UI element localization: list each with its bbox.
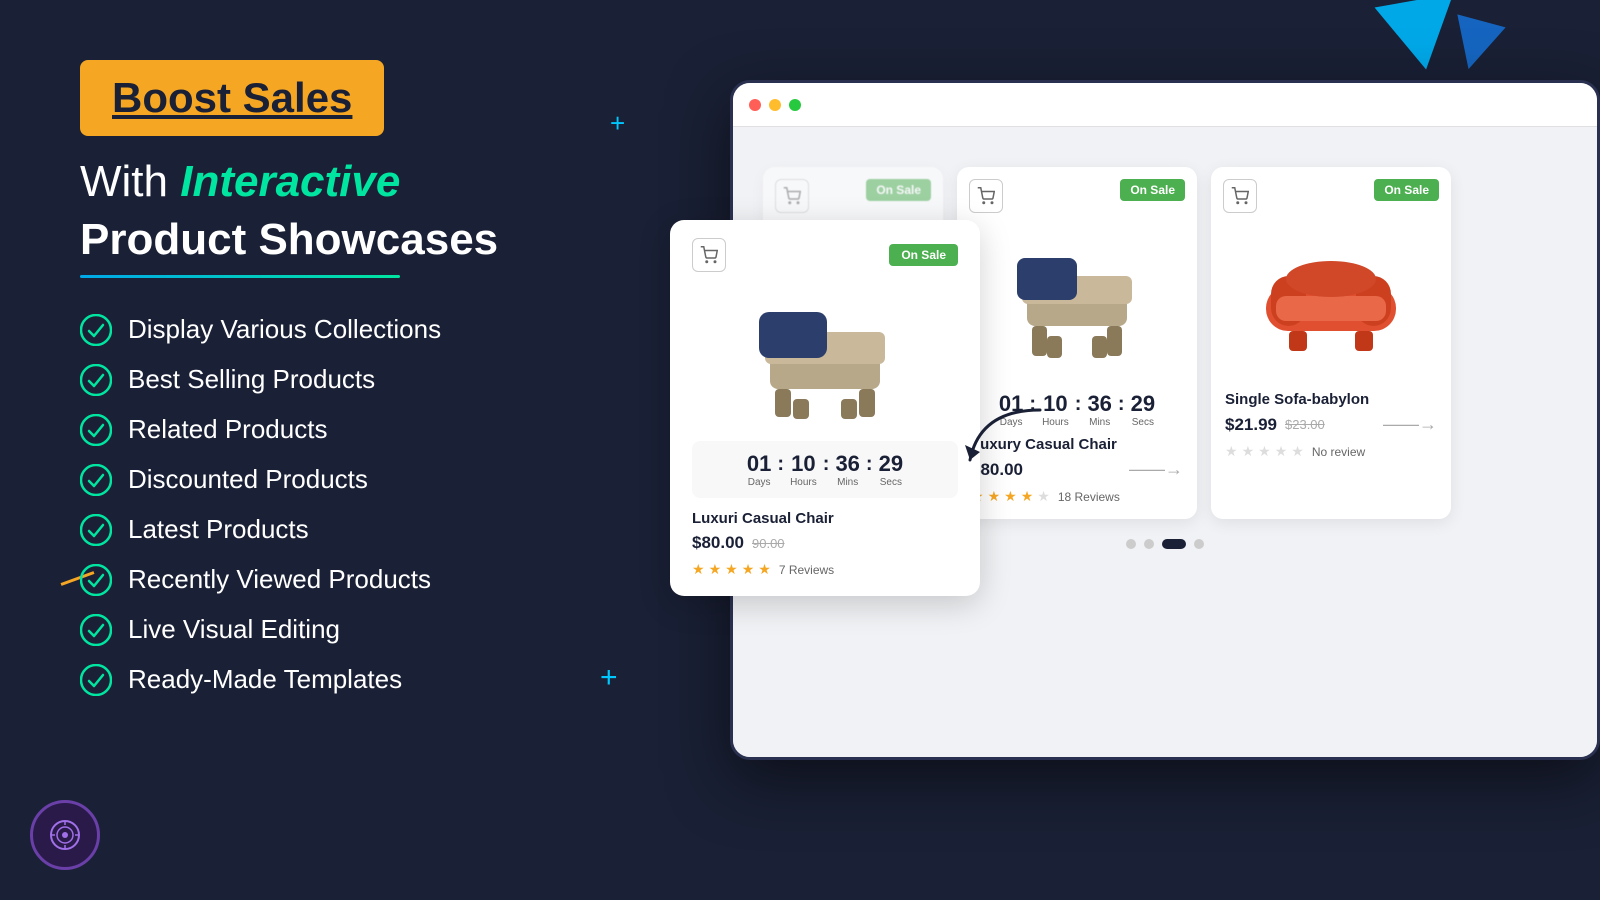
dot-4 [1194, 539, 1204, 549]
floating-chair-svg [735, 284, 915, 424]
cart-icon-3 [1223, 179, 1257, 213]
stars-row-3: ★ ★ ★ ★ ★ No review [1225, 443, 1437, 460]
check-icon-2 [80, 364, 112, 396]
logo-icon [47, 817, 83, 853]
dot-1 [1126, 539, 1136, 549]
cart-icon-hidden [775, 179, 809, 213]
floating-reviews-count: 7 Reviews [779, 563, 834, 577]
feature-item-7: Live Visual Editing [80, 614, 660, 646]
star-3-3: ★ [1258, 443, 1271, 460]
star-3-2: ★ [1004, 488, 1017, 505]
on-sale-badge-3: On Sale [1374, 179, 1439, 201]
boost-badge: Boost Sales [80, 60, 384, 136]
product-img-2 [971, 221, 1183, 381]
star-2-2: ★ [988, 488, 1001, 505]
right-panel: On Sale [700, 60, 1600, 840]
star-5-2: ★ [1037, 488, 1050, 505]
headline-interactive: Interactive [180, 157, 400, 206]
check-icon-3 [80, 414, 112, 446]
product-img-3 [1225, 221, 1437, 381]
feature-item-6: Recently Viewed Products [80, 564, 660, 596]
headline: With Interactive [80, 156, 660, 209]
floating-chair-img [692, 284, 958, 429]
floating-mins: 36 Mins [835, 451, 859, 488]
floating-price-current: $80.00 [692, 533, 744, 553]
floating-star-3: ★ [725, 561, 738, 578]
stars-row-2: ★ ★ ★ ★ ★ 18 Reviews [971, 488, 1183, 505]
headline-sub: Product Showcases [80, 215, 660, 265]
curved-arrow [960, 400, 1060, 485]
price-arrow-2: ——→ [1129, 459, 1183, 480]
check-icon-7 [80, 614, 112, 646]
underline-accent [80, 275, 400, 278]
floating-card: On Sale 01 Days : 10 Hours [670, 220, 980, 596]
browser-dot-yellow [769, 99, 781, 111]
feature-item-4: Discounted Products [80, 464, 660, 496]
cart-icon-2 [969, 179, 1003, 213]
floating-countdown: 01 Days : 10 Hours : 36 Mins : 29 Secs [692, 441, 958, 498]
star-2-3: ★ [1242, 443, 1255, 460]
dot-2 [1144, 539, 1154, 549]
on-sale-badge-hidden: On Sale [866, 179, 931, 201]
check-icon-4 [80, 464, 112, 496]
boost-badge-text: Boost Sales [112, 74, 352, 121]
star-1-3: ★ [1225, 443, 1238, 460]
feature-label-3: Related Products [128, 414, 327, 445]
floating-cart-icon [692, 238, 726, 272]
floating-star-4: ★ [742, 561, 755, 578]
feature-item-2: Best Selling Products [80, 364, 660, 396]
feature-item-1: Display Various Collections [80, 314, 660, 346]
price-current-3: $21.99 [1225, 415, 1277, 435]
chair-svg-2 [997, 236, 1157, 366]
feature-label-8: Ready-Made Templates [128, 664, 402, 695]
star-5-3: ★ [1291, 443, 1304, 460]
feature-label-4: Discounted Products [128, 464, 368, 495]
browser-dot-green [789, 99, 801, 111]
floating-product-name: Luxuri Casual Chair [692, 510, 958, 527]
browser-bar [733, 83, 1597, 127]
browser-dot-red [749, 99, 761, 111]
curved-arrow-svg [960, 400, 1060, 480]
feature-item-8: Ready-Made Templates [80, 664, 660, 696]
feature-label-2: Best Selling Products [128, 364, 375, 395]
price-arrow-3: ——→ [1383, 414, 1437, 435]
check-icon-8 [80, 664, 112, 696]
feature-label-7: Live Visual Editing [128, 614, 340, 645]
feature-label-6: Recently Viewed Products [128, 564, 431, 595]
check-icon-6 [80, 564, 112, 596]
headline-with: With [80, 157, 168, 206]
price-row-3: $21.99 $23.00 ——→ [1225, 414, 1437, 435]
dot-3-active [1162, 539, 1186, 549]
reviews-count-3: No review [1312, 445, 1365, 459]
floating-hours: 10 Hours [790, 451, 817, 488]
countdown-secs-2: 29 Secs [1131, 391, 1155, 428]
feature-label-5: Latest Products [128, 514, 309, 545]
feature-item-5: Latest Products [80, 514, 660, 546]
feature-label-1: Display Various Collections [128, 314, 441, 345]
floating-star-5: ★ [758, 561, 771, 578]
left-panel: Boost Sales With Interactive Product Sho… [80, 60, 660, 714]
product-name-3: Single Sofa-babylon [1225, 391, 1437, 408]
floating-on-sale: On Sale [889, 244, 958, 266]
sofa-svg-3 [1251, 241, 1411, 361]
price-old-3: $23.00 [1285, 417, 1325, 432]
floating-stars-row: ★ ★ ★ ★ ★ 7 Reviews [692, 561, 958, 578]
floating-star-1: ★ [692, 561, 705, 578]
check-icon-5 [80, 514, 112, 546]
bottom-logo [30, 800, 100, 870]
floating-price-old: 90.00 [752, 536, 785, 551]
features-list: Display Various Collections Best Selling… [80, 314, 660, 696]
floating-price-row: $80.00 90.00 [692, 533, 958, 553]
on-sale-badge-2: On Sale [1120, 179, 1185, 201]
floating-star-2: ★ [709, 561, 722, 578]
reviews-count-2: 18 Reviews [1058, 490, 1120, 504]
star-4-3: ★ [1275, 443, 1288, 460]
product-card-3: On Sale [1211, 167, 1451, 519]
feature-item-3: Related Products [80, 414, 660, 446]
floating-secs: 29 Secs [879, 451, 903, 488]
floating-days: 01 Days [747, 451, 771, 488]
countdown-mins-2: 36 Mins [1087, 391, 1111, 428]
star-4-2: ★ [1021, 488, 1034, 505]
check-icon-1 [80, 314, 112, 346]
